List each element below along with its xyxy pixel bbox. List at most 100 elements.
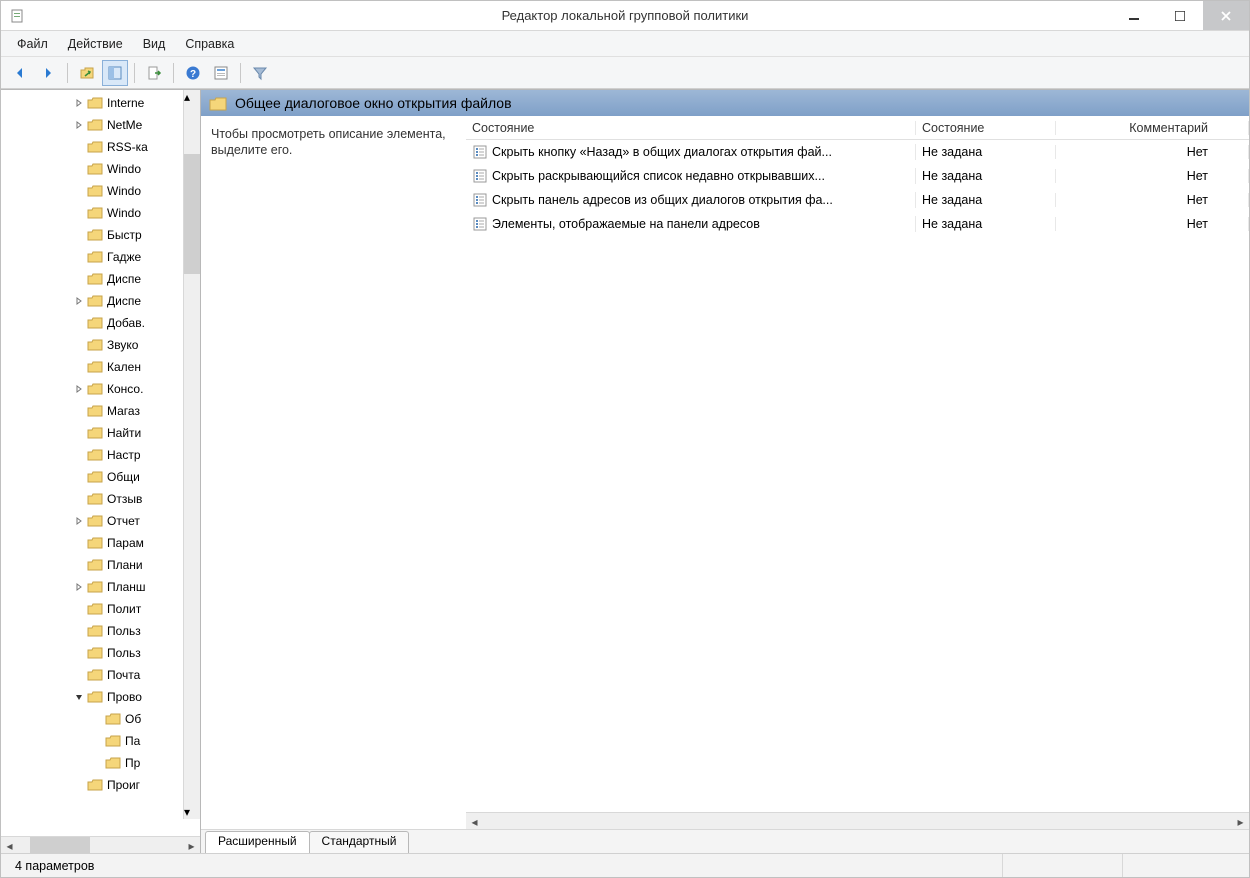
tree-item[interactable]: Звуко: [1, 334, 200, 356]
expander-icon[interactable]: [73, 537, 85, 549]
properties-button[interactable]: [208, 60, 234, 86]
expander-icon[interactable]: [73, 449, 85, 461]
expander-icon[interactable]: [73, 383, 85, 395]
list-horizontal-scrollbar[interactable]: ◂ ▸: [466, 812, 1249, 829]
tree-item[interactable]: Планш: [1, 576, 200, 598]
back-button[interactable]: [7, 60, 33, 86]
tree-item[interactable]: NetMe: [1, 114, 200, 136]
tree-item[interactable]: Парам: [1, 532, 200, 554]
maximize-button[interactable]: [1157, 1, 1203, 30]
expander-icon[interactable]: [73, 427, 85, 439]
tree-item[interactable]: Польз: [1, 620, 200, 642]
scroll-left-icon[interactable]: ◂: [1, 837, 18, 853]
tree-item[interactable]: Почта: [1, 664, 200, 686]
tree-item[interactable]: Windo: [1, 158, 200, 180]
expander-icon[interactable]: [73, 163, 85, 175]
export-button[interactable]: [141, 60, 167, 86]
expander-icon[interactable]: [73, 603, 85, 615]
column-comment[interactable]: Комментарий: [1056, 121, 1249, 135]
tree-item[interactable]: Пр: [1, 752, 200, 774]
expander-icon[interactable]: [73, 207, 85, 219]
tree-item[interactable]: Польз: [1, 642, 200, 664]
scroll-left-icon[interactable]: ◂: [466, 813, 483, 830]
up-button[interactable]: [74, 60, 100, 86]
forward-button[interactable]: [35, 60, 61, 86]
tree-item[interactable]: Отчет: [1, 510, 200, 532]
expander-icon[interactable]: [73, 251, 85, 263]
tree-item[interactable]: Windo: [1, 202, 200, 224]
expander-icon[interactable]: [73, 779, 85, 791]
menu-file[interactable]: Файл: [7, 34, 58, 54]
tree-item[interactable]: Найти: [1, 422, 200, 444]
tab-extended[interactable]: Расширенный: [205, 831, 310, 853]
tree-scroll[interactable]: InterneNetMeRSS-каWindoWindoWindoБыстрГа…: [1, 90, 200, 836]
expander-icon[interactable]: [73, 317, 85, 329]
tree-item[interactable]: Настр: [1, 444, 200, 466]
tree-item[interactable]: Магаз: [1, 400, 200, 422]
scroll-right-icon[interactable]: ▸: [183, 837, 200, 853]
close-button[interactable]: [1203, 1, 1249, 30]
minimize-button[interactable]: [1111, 1, 1157, 30]
tree-item[interactable]: RSS-ка: [1, 136, 200, 158]
expander-icon[interactable]: [91, 757, 103, 769]
policy-row[interactable]: Скрыть панель адресов из общих диалогов …: [466, 188, 1249, 212]
policy-row[interactable]: Скрыть кнопку «Назад» в общих диалогах о…: [466, 140, 1249, 164]
tree-item[interactable]: Па: [1, 730, 200, 752]
expander-icon[interactable]: [73, 339, 85, 351]
tree-item[interactable]: Windo: [1, 180, 200, 202]
expander-icon[interactable]: [73, 515, 85, 527]
tree-item[interactable]: Кален: [1, 356, 200, 378]
expander-icon[interactable]: [91, 713, 103, 725]
tree-horizontal-scrollbar[interactable]: ◂ ▸: [1, 836, 200, 853]
expander-icon[interactable]: [73, 405, 85, 417]
expander-icon[interactable]: [73, 273, 85, 285]
expander-icon[interactable]: [91, 735, 103, 747]
expander-icon[interactable]: [73, 471, 85, 483]
expander-icon[interactable]: [73, 581, 85, 593]
policy-row[interactable]: Элементы, отображаемые на панели адресов…: [466, 212, 1249, 236]
scrollbar-thumb[interactable]: [30, 837, 90, 853]
column-state[interactable]: Состояние: [916, 121, 1056, 135]
scroll-down-icon[interactable]: ▾: [184, 805, 200, 819]
tree-item[interactable]: Проиг: [1, 774, 200, 796]
expander-icon[interactable]: [73, 669, 85, 681]
menu-view[interactable]: Вид: [133, 34, 176, 54]
expander-icon[interactable]: [73, 493, 85, 505]
filter-button[interactable]: [247, 60, 273, 86]
show-hide-tree-button[interactable]: [102, 60, 128, 86]
tree-item[interactable]: Диспе: [1, 268, 200, 290]
tree-item[interactable]: Об: [1, 708, 200, 730]
policy-row[interactable]: Скрыть раскрывающийся список недавно отк…: [466, 164, 1249, 188]
scroll-up-icon[interactable]: ▴: [184, 90, 200, 104]
help-button[interactable]: ?: [180, 60, 206, 86]
tree-item[interactable]: Полит: [1, 598, 200, 620]
expander-icon[interactable]: [73, 185, 85, 197]
tree-item[interactable]: Отзыв: [1, 488, 200, 510]
tree-item[interactable]: Быстр: [1, 224, 200, 246]
expander-icon[interactable]: [73, 361, 85, 373]
expander-icon[interactable]: [73, 97, 85, 109]
column-name[interactable]: Состояние: [466, 121, 916, 135]
expander-icon[interactable]: [73, 625, 85, 637]
tree-item[interactable]: Гадже: [1, 246, 200, 268]
scroll-right-icon[interactable]: ▸: [1232, 813, 1249, 830]
tree-item[interactable]: Прово: [1, 686, 200, 708]
tree-vertical-scrollbar[interactable]: ▴ ▾: [183, 90, 200, 819]
tree-item[interactable]: Консо.: [1, 378, 200, 400]
tab-standard[interactable]: Стандартный: [309, 831, 410, 853]
expander-icon[interactable]: [73, 119, 85, 131]
expander-icon[interactable]: [73, 141, 85, 153]
expander-icon[interactable]: [73, 691, 85, 703]
expander-icon[interactable]: [73, 647, 85, 659]
expander-icon[interactable]: [73, 559, 85, 571]
tree-item[interactable]: Добав.: [1, 312, 200, 334]
tree-item[interactable]: Interne: [1, 92, 200, 114]
expander-icon[interactable]: [73, 229, 85, 241]
tree-item[interactable]: Плани: [1, 554, 200, 576]
tree-item[interactable]: Диспе: [1, 290, 200, 312]
menu-help[interactable]: Справка: [175, 34, 244, 54]
expander-icon[interactable]: [73, 295, 85, 307]
scrollbar-thumb[interactable]: [184, 154, 200, 274]
menu-action[interactable]: Действие: [58, 34, 133, 54]
tree-item[interactable]: Общи: [1, 466, 200, 488]
